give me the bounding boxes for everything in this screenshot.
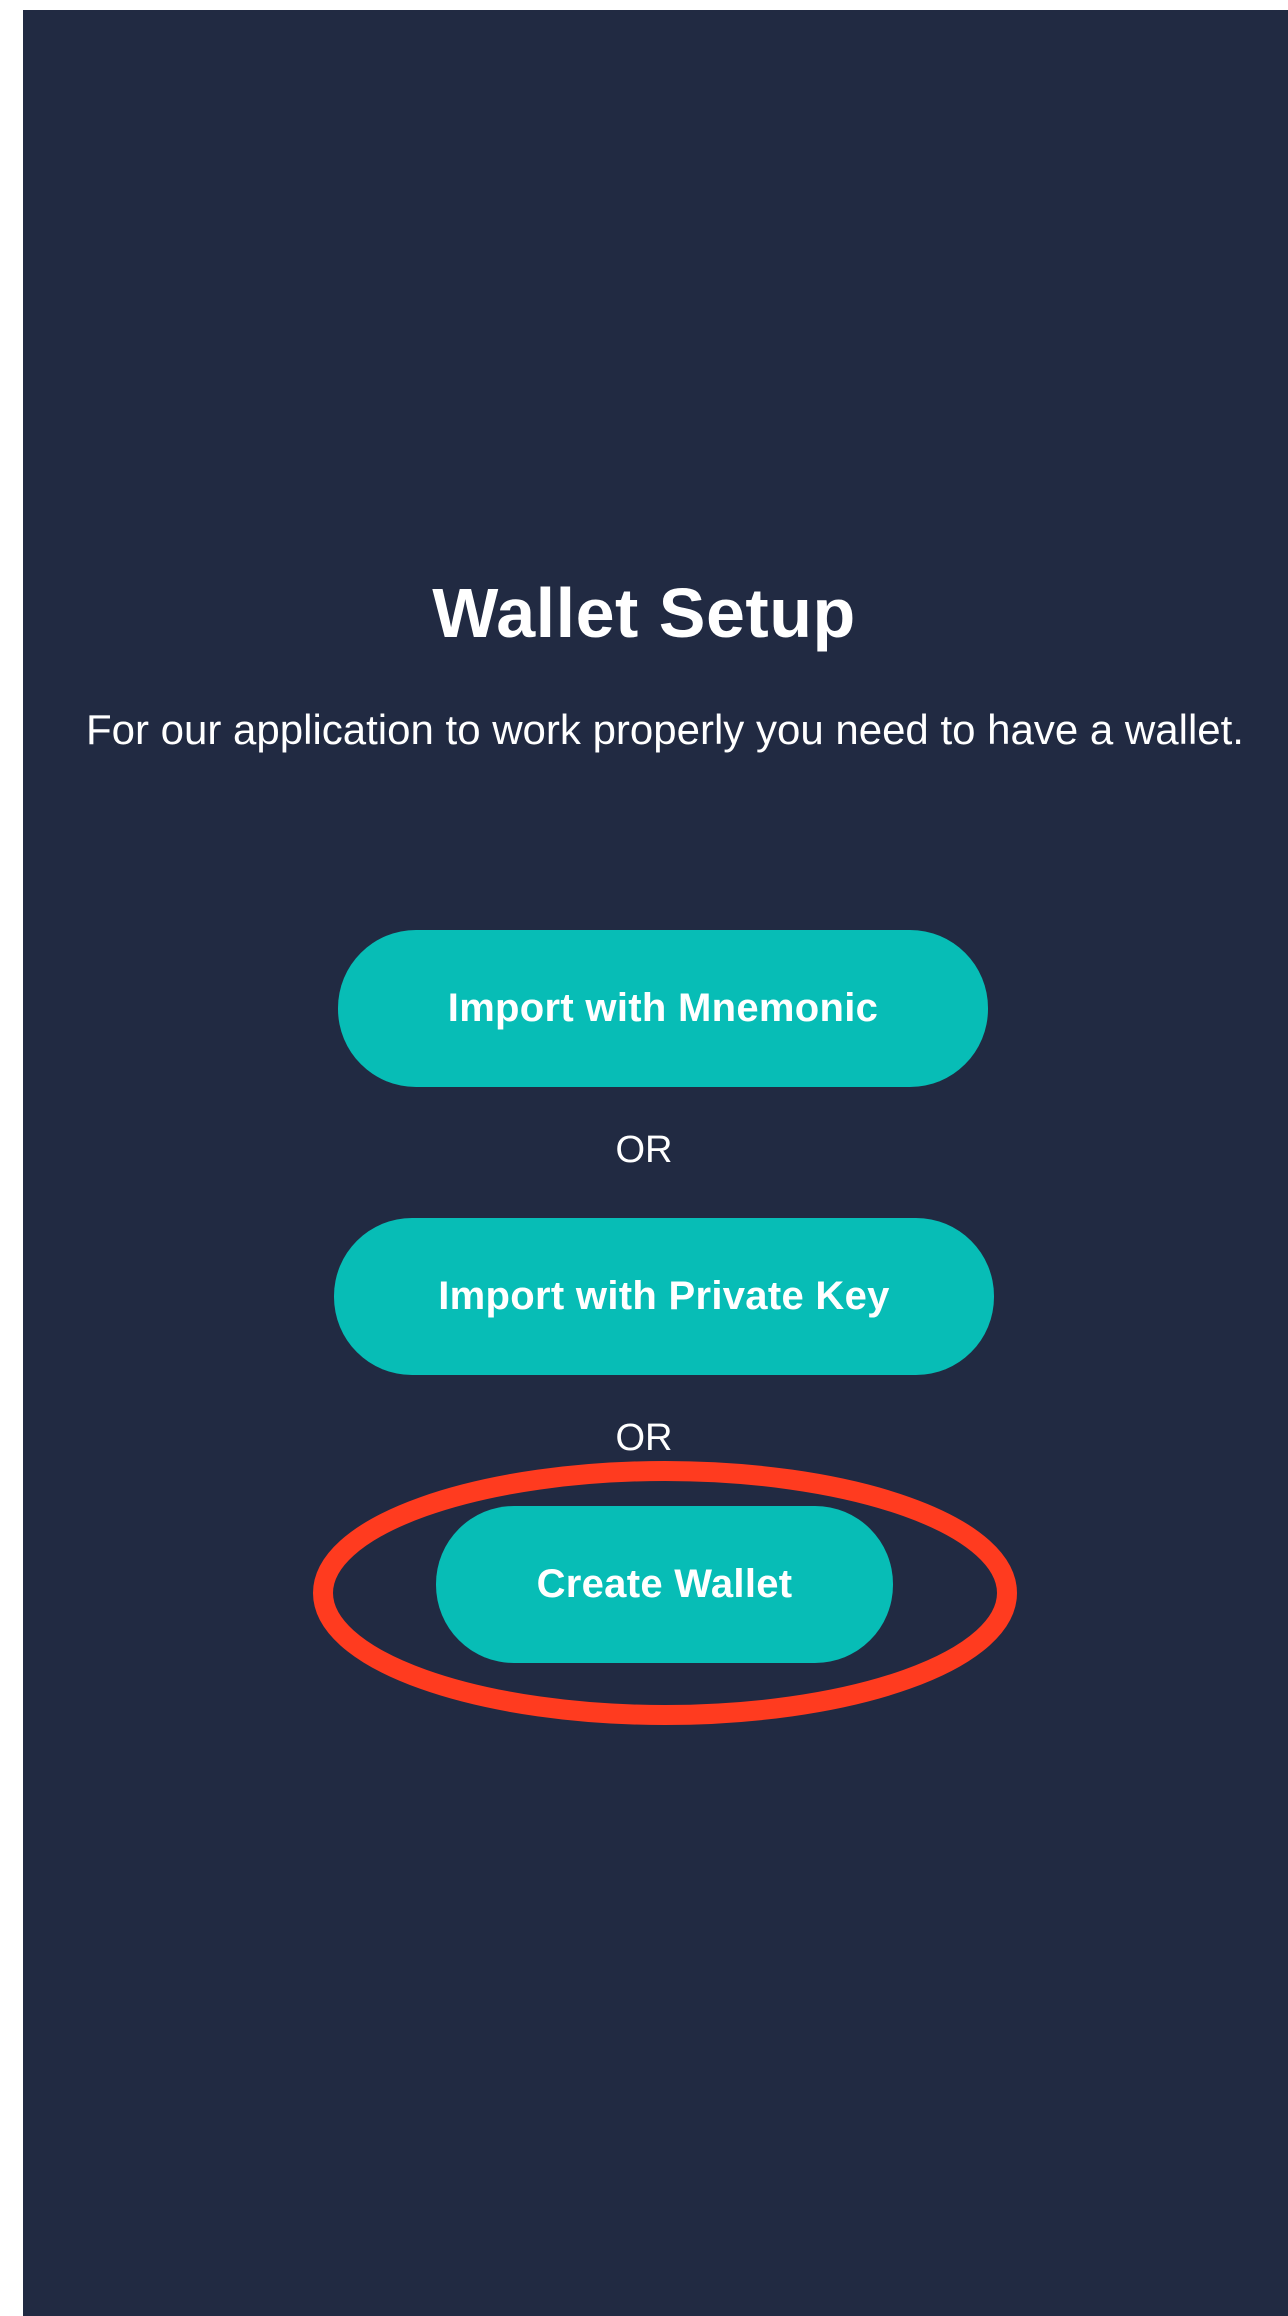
create-wallet-label: Create Wallet	[536, 1562, 793, 1606]
import-with-mnemonic-label: Import with Mnemonic	[447, 986, 879, 1030]
stage: Wallet Setup For our application to work…	[0, 0, 1288, 2316]
page-subtitle: For our application to work properly you…	[86, 706, 1244, 753]
import-with-private-key-label: Import with Private Key	[438, 1274, 890, 1318]
page-title: Wallet Setup	[432, 574, 856, 652]
or-separator: OR	[615, 1417, 673, 1459]
import-with-mnemonic-button[interactable]: Import with Mnemonic	[338, 930, 988, 1087]
or-separator: OR	[615, 1129, 673, 1171]
create-wallet-button[interactable]: Create Wallet	[436, 1506, 893, 1663]
import-with-private-key-button[interactable]: Import with Private Key	[334, 1218, 994, 1375]
